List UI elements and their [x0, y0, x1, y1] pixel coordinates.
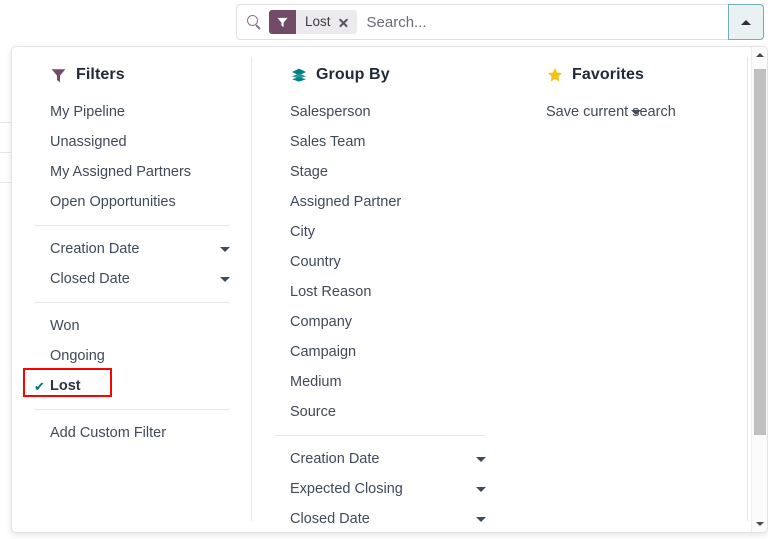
chevron-down-icon [631, 110, 641, 115]
menu-item-label: Lost Reason [290, 284, 371, 300]
groupby-item-salesperson[interactable]: Salesperson [252, 97, 508, 127]
menu-item-label: Lost [50, 378, 81, 394]
groupby-title: Group By [316, 66, 390, 84]
search-icon [246, 14, 262, 30]
filter-item-won[interactable]: Won [12, 311, 252, 341]
menu-item-label: My Pipeline [50, 104, 125, 120]
menu-item-label: Salesperson [290, 104, 371, 120]
groupby-item-company[interactable]: Company [252, 307, 508, 337]
favorites-column-header: Favorites [508, 61, 751, 89]
groupby-item-creation-date[interactable]: Creation Date [252, 444, 508, 474]
chevron-down-icon [476, 517, 486, 522]
filter-item-my-pipeline[interactable]: My Pipeline [12, 97, 252, 127]
favorites-column: Favorites Save current search [508, 47, 751, 532]
chevron-down-icon [220, 277, 230, 282]
panel-scrollbar[interactable] [751, 47, 767, 532]
scroll-up-arrow-icon[interactable] [752, 47, 767, 63]
menu-item-label: Campaign [290, 344, 356, 360]
scrollbar-thumb[interactable] [754, 69, 766, 435]
search-placeholder-text: Search... [367, 15, 427, 30]
check-icon: ✔ [34, 380, 45, 393]
groupby-item-city[interactable]: City [252, 217, 508, 247]
filter-item-lost[interactable]: ✔ Lost [12, 371, 252, 401]
divider [34, 302, 230, 303]
chevron-down-icon [476, 487, 486, 492]
menu-item-label: Sales Team [290, 134, 366, 150]
chevron-down-icon [476, 457, 486, 462]
search-facet-body: Lost [296, 10, 357, 34]
divider [34, 409, 230, 410]
menu-item-label: Creation Date [290, 451, 379, 467]
menu-item-label: Add Custom Filter [50, 425, 166, 441]
menu-item-label: Closed Date [50, 271, 130, 287]
search-facet-label: Lost [305, 15, 331, 29]
search-facet-lost[interactable]: Lost [269, 10, 357, 34]
search-panel-toggle-button[interactable] [728, 4, 764, 40]
filter-item-open-opportunities[interactable]: Open Opportunities [12, 187, 252, 217]
groupby-item-source[interactable]: Source [252, 397, 508, 427]
scroll-down-arrow-icon[interactable] [752, 516, 767, 532]
groupby-item-closed-date[interactable]: Closed Date [252, 504, 508, 533]
search-options-panel: Filters My Pipeline Unassigned My Assign… [11, 46, 768, 533]
filter-item-closed-date[interactable]: Closed Date [12, 264, 252, 294]
menu-item-label: Save current search [546, 104, 676, 120]
filters-column: Filters My Pipeline Unassigned My Assign… [12, 47, 252, 532]
filter-item-my-assigned-partners[interactable]: My Assigned Partners [12, 157, 252, 187]
stacked-layers-icon [290, 67, 307, 84]
chevron-down-icon [220, 247, 230, 252]
menu-item-label: Assigned Partner [290, 194, 401, 210]
filter-item-creation-date[interactable]: Creation Date [12, 234, 252, 264]
star-icon [546, 67, 563, 84]
filter-item-add-custom-filter[interactable]: Add Custom Filter [12, 418, 252, 448]
filter-funnel-icon [269, 10, 296, 34]
filter-funnel-icon [50, 67, 67, 84]
groupby-item-campaign[interactable]: Campaign [252, 337, 508, 367]
groupby-items: Salesperson Sales Team Stage Assigned Pa… [252, 97, 508, 533]
favorites-item-save-current-search[interactable]: Save current search [508, 97, 751, 127]
groupby-item-expected-closing[interactable]: Expected Closing [252, 474, 508, 504]
favorites-items: Save current search [508, 97, 751, 127]
filter-item-ongoing[interactable]: Ongoing [12, 341, 252, 371]
divider [274, 435, 486, 436]
favorites-title: Favorites [572, 66, 644, 84]
menu-item-label: City [290, 224, 315, 240]
groupby-item-assigned-partner[interactable]: Assigned Partner [252, 187, 508, 217]
menu-item-label: Country [290, 254, 341, 270]
divider [34, 225, 230, 226]
groupby-column: Group By Salesperson Sales Team Stage As… [252, 47, 508, 532]
search-input[interactable]: Lost Search... [236, 4, 728, 40]
app-screen: Lost Search... Filters [0, 0, 768, 539]
menu-item-label: My Assigned Partners [50, 164, 191, 180]
filters-items: My Pipeline Unassigned My Assigned Partn… [12, 97, 252, 448]
filters-column-header: Filters [12, 61, 252, 89]
menu-item-label: Won [50, 318, 80, 334]
menu-item-label: Medium [290, 374, 342, 390]
groupby-item-sales-team[interactable]: Sales Team [252, 127, 508, 157]
search-bar: Lost Search... [236, 4, 764, 40]
groupby-item-stage[interactable]: Stage [252, 157, 508, 187]
menu-item-label: Closed Date [290, 511, 370, 527]
filters-title: Filters [76, 66, 125, 84]
groupby-item-country[interactable]: Country [252, 247, 508, 277]
filter-item-unassigned[interactable]: Unassigned [12, 127, 252, 157]
menu-item-label: Unassigned [50, 134, 127, 150]
groupby-column-header: Group By [252, 61, 508, 89]
caret-up-icon [741, 20, 751, 25]
menu-item-label: Open Opportunities [50, 194, 176, 210]
menu-item-label: Expected Closing [290, 481, 403, 497]
menu-item-label: Source [290, 404, 336, 420]
menu-item-label: Creation Date [50, 241, 139, 257]
menu-item-label: Stage [290, 164, 328, 180]
groupby-item-lost-reason[interactable]: Lost Reason [252, 277, 508, 307]
close-icon[interactable] [338, 17, 349, 28]
menu-item-label: Ongoing [50, 348, 105, 364]
groupby-item-medium[interactable]: Medium [252, 367, 508, 397]
menu-item-label: Company [290, 314, 352, 330]
